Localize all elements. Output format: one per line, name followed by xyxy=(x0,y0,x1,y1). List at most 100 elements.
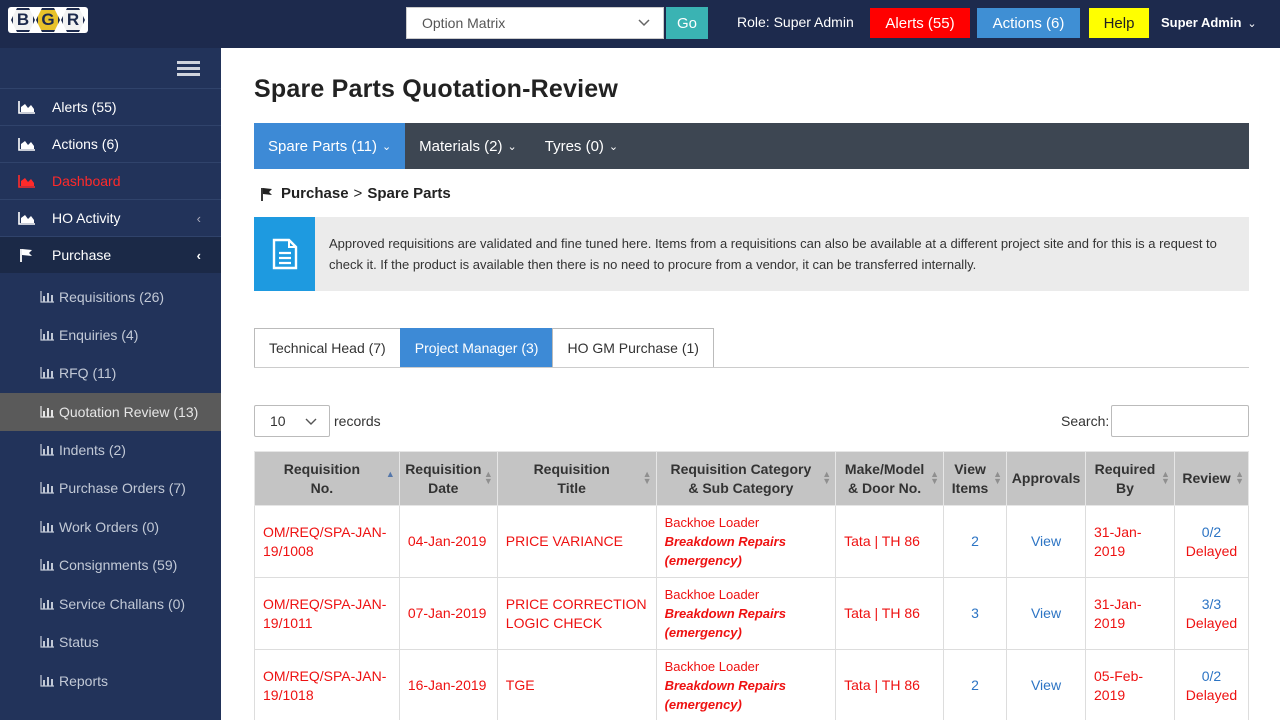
hamburger-icon[interactable] xyxy=(177,61,200,78)
search-input[interactable] xyxy=(1111,405,1249,437)
area-chart-icon xyxy=(18,101,35,114)
sort-icon: ▲ ▼ xyxy=(1235,469,1244,486)
actions-button[interactable]: Actions (6) xyxy=(977,8,1080,38)
sidebar-sub-indents[interactable]: Indents (2) xyxy=(0,431,221,469)
category-cell: Backhoe Loader Breakdown Repairs (emergenc… xyxy=(655,649,837,720)
info-callout: Approved requisitions are validated and … xyxy=(254,217,1249,291)
tab-label: Materials (2) xyxy=(419,137,503,155)
header-required-by[interactable]: Required By ▲ ▼ xyxy=(1085,451,1175,506)
chevron-down-icon xyxy=(638,19,650,27)
header-category[interactable]: Requisition Category & Sub Category ▲ ▼ xyxy=(655,451,837,506)
header-requisition-title[interactable]: Requisition Title ▲ ▼ xyxy=(496,451,657,506)
tab-tyres[interactable]: Tyres (0) ⌄ xyxy=(531,123,632,169)
sidebar-sub-reports[interactable]: Reports xyxy=(0,662,221,700)
sidebar-sub-label: Status xyxy=(59,634,99,650)
bar-chart-icon xyxy=(40,598,54,610)
view-items-link[interactable]: 2 xyxy=(943,649,1008,720)
user-menu[interactable]: Super Admin ⌄ xyxy=(1161,15,1257,30)
sidebar-sub-label: Enquiries (4) xyxy=(59,327,139,343)
view-items-link[interactable]: 3 xyxy=(943,577,1008,650)
chevron-down-icon: ⌄ xyxy=(381,140,392,153)
help-button[interactable]: Help xyxy=(1089,8,1149,38)
table-row: OM/REQ/SPA-JAN- 19/1011 07-Jan-2019 PRICE… xyxy=(254,577,1250,650)
sidebar-sub-rfq[interactable]: RFQ (11) xyxy=(0,354,221,392)
chevron-down-icon: ⌄ xyxy=(507,140,517,153)
sort-icon: ▲ ▼ xyxy=(930,469,940,486)
bar-chart-icon xyxy=(40,559,54,571)
records-label: records xyxy=(334,413,381,429)
sidebar-item-label: Purchase xyxy=(52,247,112,263)
requisition-no-cell[interactable]: OM/REQ/SPA-JAN- 19/1008 xyxy=(254,505,400,578)
chevron-down-icon: ⌄ xyxy=(1247,18,1257,30)
sidebar-sub-quotation-review[interactable]: Quotation Review (13) xyxy=(0,393,221,431)
sidebar-sub-label: Consignments (59) xyxy=(59,557,178,573)
tab-spare-parts[interactable]: Spare Parts (11) ⌄ xyxy=(254,123,406,169)
approvals-view-link[interactable]: View xyxy=(1006,649,1087,720)
header-make-model[interactable]: Make/Model & Door No. ▲ ▼ xyxy=(835,451,945,506)
requisition-date-cell: 07-Jan-2019 xyxy=(398,577,498,650)
sidebar-item-alerts[interactable]: Alerts (55) xyxy=(0,88,221,125)
header-review[interactable]: Review ▲ ▼ xyxy=(1173,451,1250,506)
flag-icon xyxy=(20,249,32,262)
sidebar-item-actions[interactable]: Actions (6) xyxy=(0,125,221,162)
alerts-button[interactable]: Alerts (55) xyxy=(870,8,970,38)
requisition-title-cell: PRICE VARIANCE xyxy=(496,505,657,578)
breadcrumb-separator: > xyxy=(353,185,363,202)
breadcrumb: Purchase > Spare Parts xyxy=(260,185,451,202)
breadcrumb-current: Spare Parts xyxy=(367,185,451,202)
sidebar-item-label: Dashboard xyxy=(52,173,121,189)
brand-logo[interactable]: B G R xyxy=(8,6,88,34)
review-cell[interactable]: 0/2 Delayed xyxy=(1173,505,1250,578)
sort-icon: ▲ ▼ xyxy=(822,469,832,486)
sidebar-item-purchase[interactable]: Purchase ‹ xyxy=(0,236,221,273)
requisition-date-cell: 04-Jan-2019 xyxy=(398,505,498,578)
sidebar-sub-service-challans[interactable]: Service Challans (0) xyxy=(0,585,221,623)
sidebar-sub-consignments[interactable]: Consignments (59) xyxy=(0,546,221,584)
sidebar-sub-label: RFQ (11) xyxy=(59,365,117,381)
header-requisition-date[interactable]: Requisition Date ▲ ▼ xyxy=(398,451,498,506)
approvals-view-link[interactable]: View xyxy=(1006,577,1087,650)
go-button[interactable]: Go xyxy=(666,7,708,39)
header-requisition-no[interactable]: Requisition No. ▲ xyxy=(254,451,400,506)
area-chart-icon xyxy=(18,138,35,151)
sidebar-sub-work-orders[interactable]: Work Orders (0) xyxy=(0,508,221,546)
tab-technical-head[interactable]: Technical Head (7) xyxy=(254,328,401,368)
tab-materials[interactable]: Materials (2) ⌄ xyxy=(405,123,531,169)
bar-chart-icon xyxy=(40,329,54,341)
required-by-cell: 05-Feb- 2019 xyxy=(1085,649,1175,720)
info-text: Approved requisitions are validated and … xyxy=(329,236,1217,272)
header-view-items[interactable]: View Items ▲ ▼ xyxy=(943,451,1008,506)
sidebar: Alerts (55) Actions (6) Dashboard HO Act… xyxy=(0,48,221,720)
sort-icon: ▲ ▼ xyxy=(993,469,1003,486)
requisition-no-cell[interactable]: OM/REQ/SPA-JAN- 19/1018 xyxy=(254,649,400,720)
tab-label: Tyres (0) xyxy=(544,137,604,155)
view-items-link[interactable]: 2 xyxy=(943,505,1008,578)
logo-letter: R xyxy=(61,8,85,32)
tab-ho-gm-purchase[interactable]: HO GM Purchase (1) xyxy=(552,328,714,368)
bar-chart-icon xyxy=(40,367,54,379)
breadcrumb-root[interactable]: Purchase xyxy=(281,185,349,202)
sort-icon: ▲ ▼ xyxy=(483,469,493,486)
review-cell[interactable]: 0/2 Delayed xyxy=(1173,649,1250,720)
sidebar-sub-enquiries[interactable]: Enquiries (4) xyxy=(0,316,221,354)
sidebar-sub-label: Requisitions (26) xyxy=(59,289,165,305)
sidebar-item-label: Alerts (55) xyxy=(52,99,117,115)
table-row: OM/REQ/SPA-JAN- 19/1018 16-Jan-2019 TGE B… xyxy=(254,649,1250,720)
page-length-select[interactable]: 10 xyxy=(254,405,330,437)
sidebar-sub-purchase-orders[interactable]: Purchase Orders (7) xyxy=(0,469,221,507)
approval-tabs: Technical Head (7) Project Manager (3) H… xyxy=(254,328,714,368)
sidebar-sub-requisitions[interactable]: Requisitions (26) xyxy=(0,278,221,316)
requisition-no-cell[interactable]: OM/REQ/SPA-JAN- 19/1011 xyxy=(254,577,400,650)
tab-project-manager[interactable]: Project Manager (3) xyxy=(399,328,554,368)
requisition-title-cell: TGE xyxy=(496,649,657,720)
sort-icon: ▲ ▼ xyxy=(1161,469,1170,486)
sidebar-item-dashboard[interactable]: Dashboard xyxy=(0,162,221,199)
area-chart-icon xyxy=(18,212,35,225)
review-cell[interactable]: 3/3 Delayed xyxy=(1173,577,1250,650)
option-select[interactable]: Option Matrix xyxy=(406,7,664,39)
make-model-cell: Tata | TH 86 xyxy=(835,577,945,650)
sidebar-sub-status[interactable]: Status xyxy=(0,623,221,661)
approvals-view-link[interactable]: View xyxy=(1006,505,1087,578)
sidebar-item-ho-activity[interactable]: HO Activity ‹ xyxy=(0,199,221,236)
bar-chart-icon xyxy=(40,675,54,687)
